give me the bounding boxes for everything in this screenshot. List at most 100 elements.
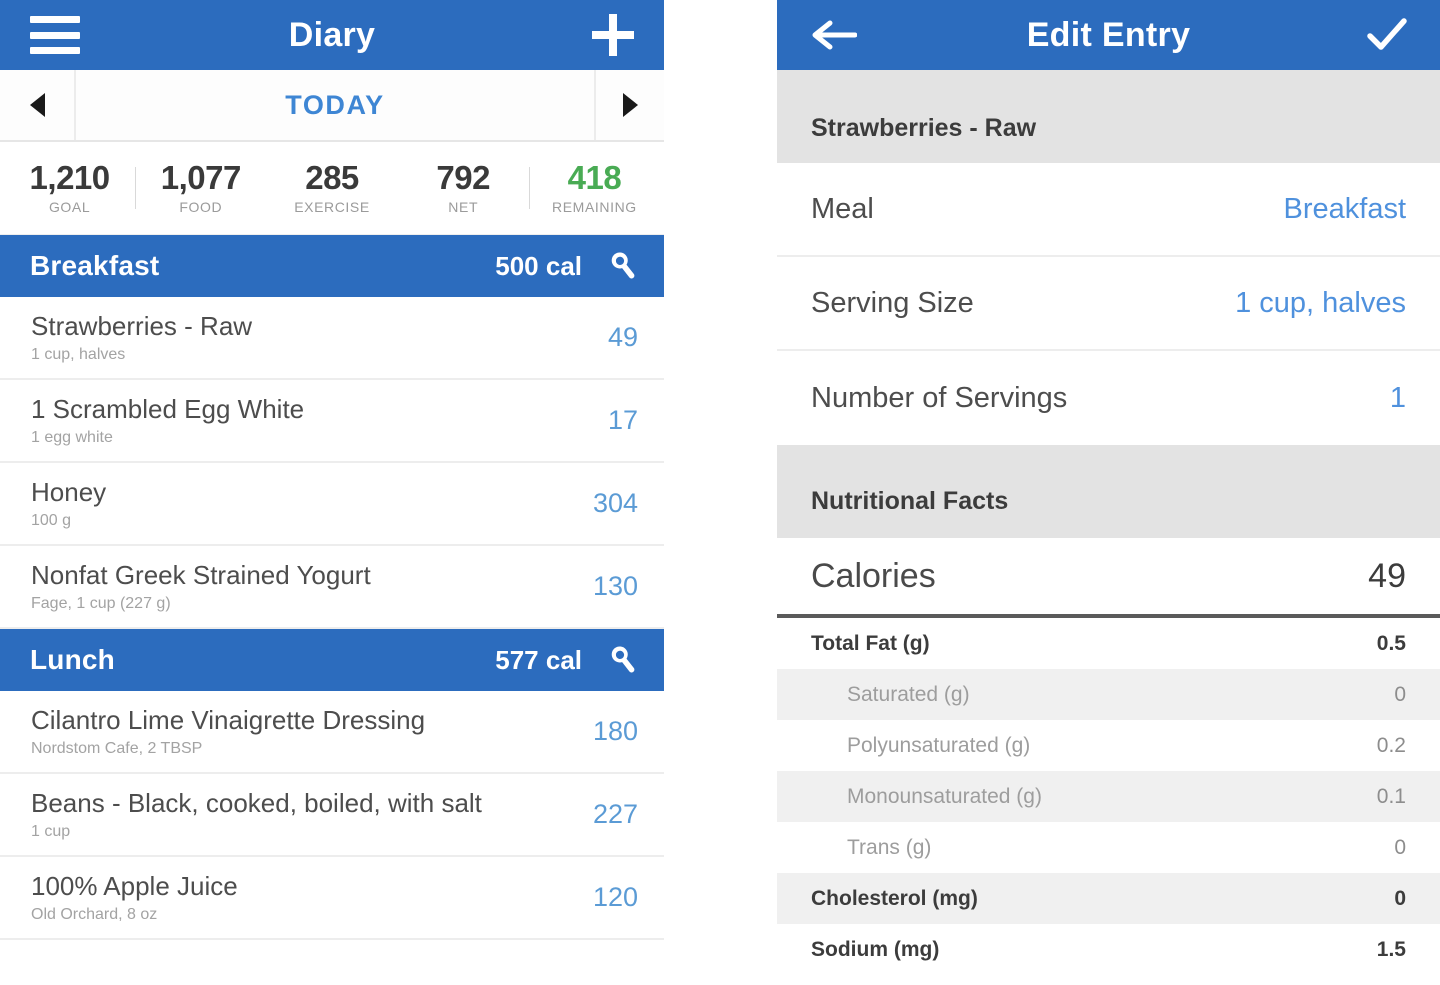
summary-label: GOAL [48,198,91,215]
food-calories: 120 [592,882,638,912]
summary-value: 1,210 [29,159,111,197]
summary-value: 792 [436,159,490,197]
food-entry-row[interactable]: Honey 100 g 304 [0,463,664,546]
nutrient-value: 0.5 [1376,631,1406,655]
meal-header-lunch[interactable]: Lunch 577 cal [0,629,664,691]
food-calories: 49 [607,322,638,352]
nutrient-label: Total Fat (g) [811,631,930,655]
food-entry-row[interactable]: 1 Scrambled Egg White 1 egg white 17 [0,380,664,463]
date-navigator: TODAY [0,70,664,142]
nutrient-value: 1.5 [1376,937,1406,961]
food-calories: 180 [592,716,638,746]
food-title: Strawberries - Raw [811,114,1037,142]
food-entry-row[interactable]: Beans - Black, cooked, boiled, with salt… [0,774,664,857]
next-day-button[interactable] [594,70,664,140]
nutrient-value: 0 [1394,835,1406,859]
diary-navbar: Diary [0,0,664,70]
page-title: Edit Entry [1026,15,1191,54]
summary-value: 418 [567,159,622,197]
edit-entry-screen: Edit Entry Strawberries - Raw Meal Breakf… [777,0,1440,985]
wrench-icon[interactable] [606,642,642,678]
food-info: 100% Apple Juice Old Orchard, 8 oz [31,871,566,924]
nutritional-facts-heading: Nutritional Facts [811,487,1009,515]
summary-value: 285 [305,159,359,197]
nutrient-row: Total Fat (g) 0.5 [777,618,1440,669]
meal-name: Breakfast [30,250,160,281]
nutritional-facts-band: Nutritional Facts [777,445,1440,538]
food-serving-detail: 1 cup, halves [31,345,126,363]
food-serving-detail: Fage, 1 cup (227 g) [31,594,171,612]
food-serving-detail: 1 egg white [31,428,113,446]
page-title: Diary [288,15,376,54]
nutrient-row: Polyunsaturated (g) 0.2 [777,720,1440,771]
field-label: Number of Servings [811,381,1068,414]
meal-header-breakfast[interactable]: Breakfast 500 cal [0,235,664,297]
triangle-left-icon [29,93,45,117]
nutrient-label: Polyunsaturated (g) [847,733,1031,757]
summary-label: REMAINING [552,198,637,215]
edit-entry-navbar: Edit Entry [777,0,1440,70]
nutrient-label: Cholesterol (mg) [811,886,978,910]
food-serving-detail: Old Orchard, 8 oz [31,905,158,923]
summary-value: 1,077 [160,159,242,197]
meal-calories: 577 cal [495,644,582,675]
food-name: 1 Scrambled Egg White [31,394,305,425]
food-name: Honey [31,477,107,508]
food-name: 100% Apple Juice [31,871,238,902]
food-name: Cilantro Lime Vinaigrette Dressing [31,705,426,736]
nutrient-label: Saturated (g) [847,682,970,706]
field-row-serving-size[interactable]: Serving Size 1 cup, halves [777,257,1440,351]
summary-cell-goal: 1,210 GOAL [4,155,135,221]
food-info: Strawberries - Raw 1 cup, halves [31,311,566,364]
wrench-icon[interactable] [606,248,642,284]
nutrient-value: 0.2 [1376,733,1406,757]
field-value[interactable]: Breakfast [1284,193,1407,226]
triangle-right-icon [622,93,638,117]
field-value[interactable]: 1 cup, halves [1235,287,1406,320]
meal-name: Lunch [30,644,115,675]
calorie-summary-bar: 1,210 GOAL 1,077 FOOD 285 EXERCISE 792 NET 418 RE… [0,142,664,235]
summary-label: NET [448,198,479,215]
field-row-number-of-servings[interactable]: Number of Servings 1 [777,351,1440,445]
nutrients-table: Total Fat (g) 0.5 Saturated (g) 0 Polyunsatu… [777,618,1440,975]
summary-label: FOOD [179,198,223,215]
nutrient-row: Trans (g) 0 [777,822,1440,873]
field-label: Serving Size [811,286,974,319]
food-calories: 17 [607,405,638,435]
plus-icon[interactable] [592,14,634,56]
summary-cell-food: 1,077 FOOD [135,155,266,221]
field-row-meal[interactable]: Meal Breakfast [777,163,1440,257]
nutrient-row: Monounsaturated (g) 0.1 [777,771,1440,822]
food-calories: 227 [592,799,638,829]
food-entry-row[interactable]: Nonfat Greek Strained Yogurt Fage, 1 cup … [0,546,664,629]
food-entry-row[interactable]: Strawberries - Raw 1 cup, halves 49 [0,297,664,380]
entry-fields-list: Meal Breakfast Serving Size 1 cup, halves Nu… [777,163,1440,445]
summary-cell-remaining: 418 REMAINING [528,155,660,221]
meal-calories: 500 cal [495,250,582,281]
arrow-left-icon[interactable] [811,18,858,52]
hamburger-icon[interactable] [30,16,80,54]
nutrient-value: 0 [1394,886,1406,910]
food-name: Nonfat Greek Strained Yogurt [31,560,371,591]
check-icon[interactable] [1366,15,1408,55]
nutrient-row: Sodium (mg) 1.5 [777,924,1440,975]
food-serving-detail: 1 cup [31,822,71,840]
prev-day-button[interactable] [0,70,76,140]
food-title-band: Strawberries - Raw [777,70,1440,163]
nutrient-value: 0 [1394,682,1406,706]
food-info: 1 Scrambled Egg White 1 egg white [31,394,566,447]
nutrient-label: Trans (g) [847,835,932,859]
nutrient-label: Monounsaturated (g) [847,784,1042,808]
nutrient-row: Saturated (g) 0 [777,669,1440,720]
summary-cell-net: 792 NET [398,155,529,221]
food-info: Cilantro Lime Vinaigrette Dressing Nordst… [31,705,566,758]
current-date-label[interactable]: TODAY [76,70,594,140]
food-info: Beans - Black, cooked, boiled, with salt… [31,788,566,841]
food-name: Beans - Black, cooked, boiled, with salt [31,788,482,819]
food-calories: 304 [592,488,638,518]
food-entry-row[interactable]: Cilantro Lime Vinaigrette Dressing Nordst… [0,691,664,774]
food-entry-row[interactable]: 100% Apple Juice Old Orchard, 8 oz 120 [0,857,664,940]
field-value[interactable]: 1 [1390,382,1406,415]
food-serving-detail: Nordstom Cafe, 2 TBSP [31,739,203,757]
food-calories: 130 [592,571,638,601]
